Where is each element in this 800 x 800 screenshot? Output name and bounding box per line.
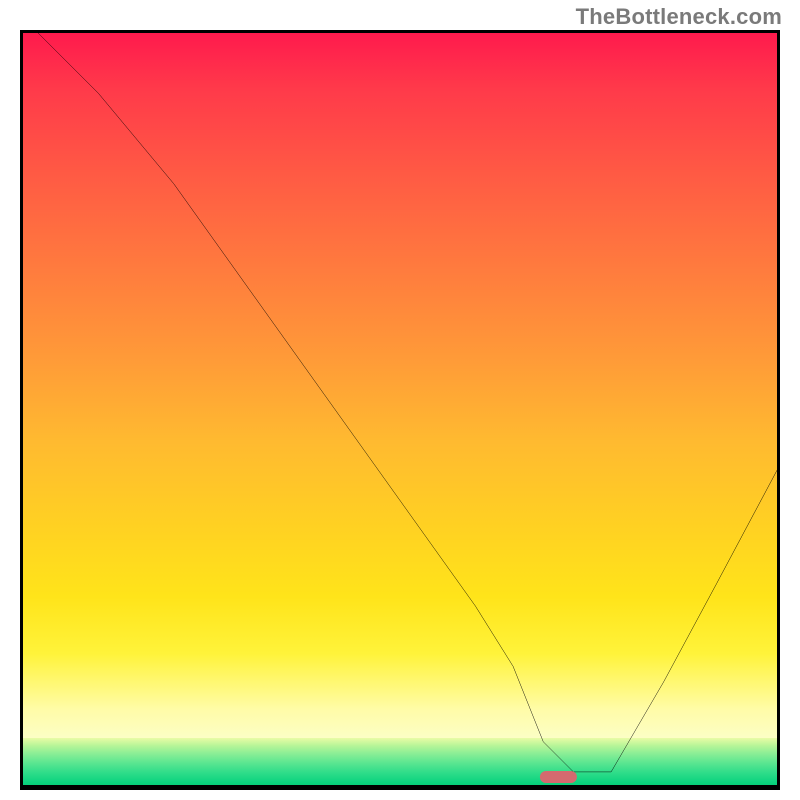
optimum-marker: [540, 771, 576, 783]
plot-panel: [20, 30, 780, 790]
x-axis-baseline: [23, 785, 777, 787]
chart-root: TheBottleneck.com: [0, 0, 800, 800]
plot-background: [23, 33, 777, 787]
gradient-green: [23, 738, 777, 787]
watermark-text: TheBottleneck.com: [576, 4, 782, 30]
gradient-warm: [23, 33, 777, 738]
